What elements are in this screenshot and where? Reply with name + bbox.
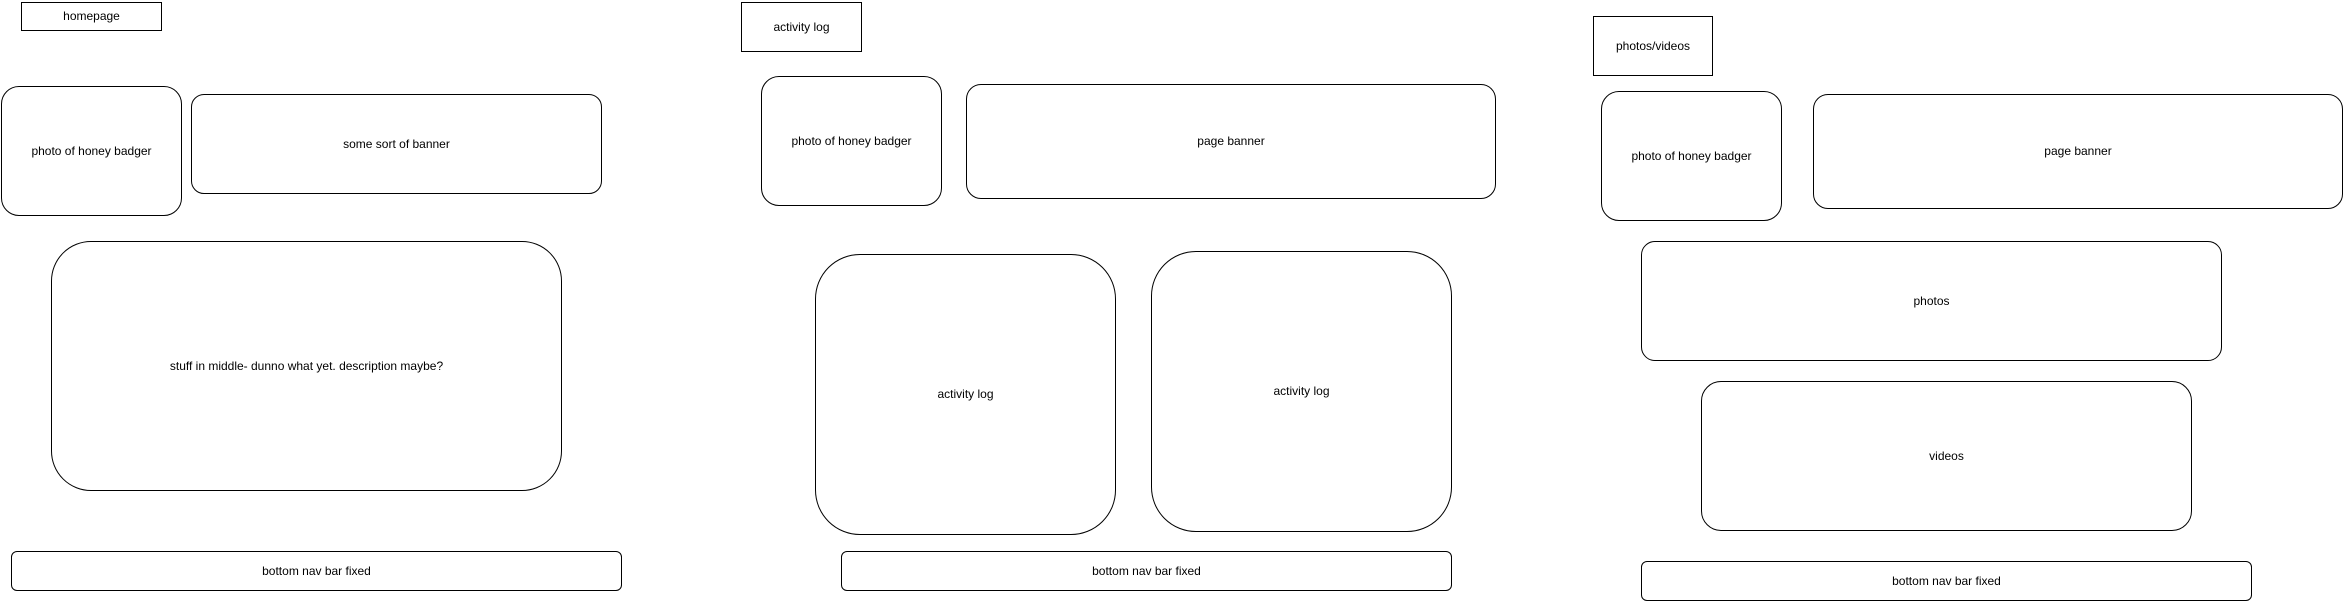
media-nav-box: bottom nav bar fixed xyxy=(1641,561,2252,601)
homepage-banner-label: some sort of banner xyxy=(343,136,450,151)
media-banner-label: page banner xyxy=(2044,144,2112,159)
media-videos-label: videos xyxy=(1929,448,1964,463)
homepage-title: homepage xyxy=(63,9,120,24)
activity-nav-label: bottom nav bar fixed xyxy=(1092,563,1201,578)
activity-log-right-box: activity log xyxy=(1151,251,1452,532)
activity-title-box: activity log xyxy=(741,2,862,52)
activity-banner-label: page banner xyxy=(1197,134,1265,149)
activity-photo-box: photo of honey badger xyxy=(761,76,942,206)
media-videos-box: videos xyxy=(1701,381,2192,531)
homepage-title-box: homepage xyxy=(21,2,162,31)
homepage-middle-label: stuff in middle- dunno what yet. descrip… xyxy=(169,358,444,373)
activity-title: activity log xyxy=(773,19,830,34)
media-title: photos/videos xyxy=(1615,38,1691,53)
activity-log-left-label: activity log xyxy=(937,387,994,402)
media-banner-box: page banner xyxy=(1813,94,2343,209)
homepage-nav-label: bottom nav bar fixed xyxy=(262,563,371,578)
activity-banner-box: page banner xyxy=(966,84,1496,199)
media-photo-label: photo of honey badger xyxy=(1631,148,1752,163)
media-title-box: photos/videos xyxy=(1593,16,1713,76)
activity-log-right-label: activity log xyxy=(1273,384,1330,399)
homepage-banner-box: some sort of banner xyxy=(191,94,602,194)
homepage-photo-box: photo of honey badger xyxy=(1,86,182,216)
media-photo-box: photo of honey badger xyxy=(1601,91,1782,221)
activity-nav-box: bottom nav bar fixed xyxy=(841,551,1452,591)
homepage-photo-label: photo of honey badger xyxy=(31,143,152,158)
media-photos-box: photos xyxy=(1641,241,2222,361)
homepage-middle-box: stuff in middle- dunno what yet. descrip… xyxy=(51,241,562,491)
homepage-nav-box: bottom nav bar fixed xyxy=(11,551,622,591)
activity-log-left-box: activity log xyxy=(815,254,1116,535)
activity-photo-label: photo of honey badger xyxy=(791,133,912,148)
media-nav-label: bottom nav bar fixed xyxy=(1892,573,2001,588)
media-photos-label: photos xyxy=(1913,293,1950,308)
